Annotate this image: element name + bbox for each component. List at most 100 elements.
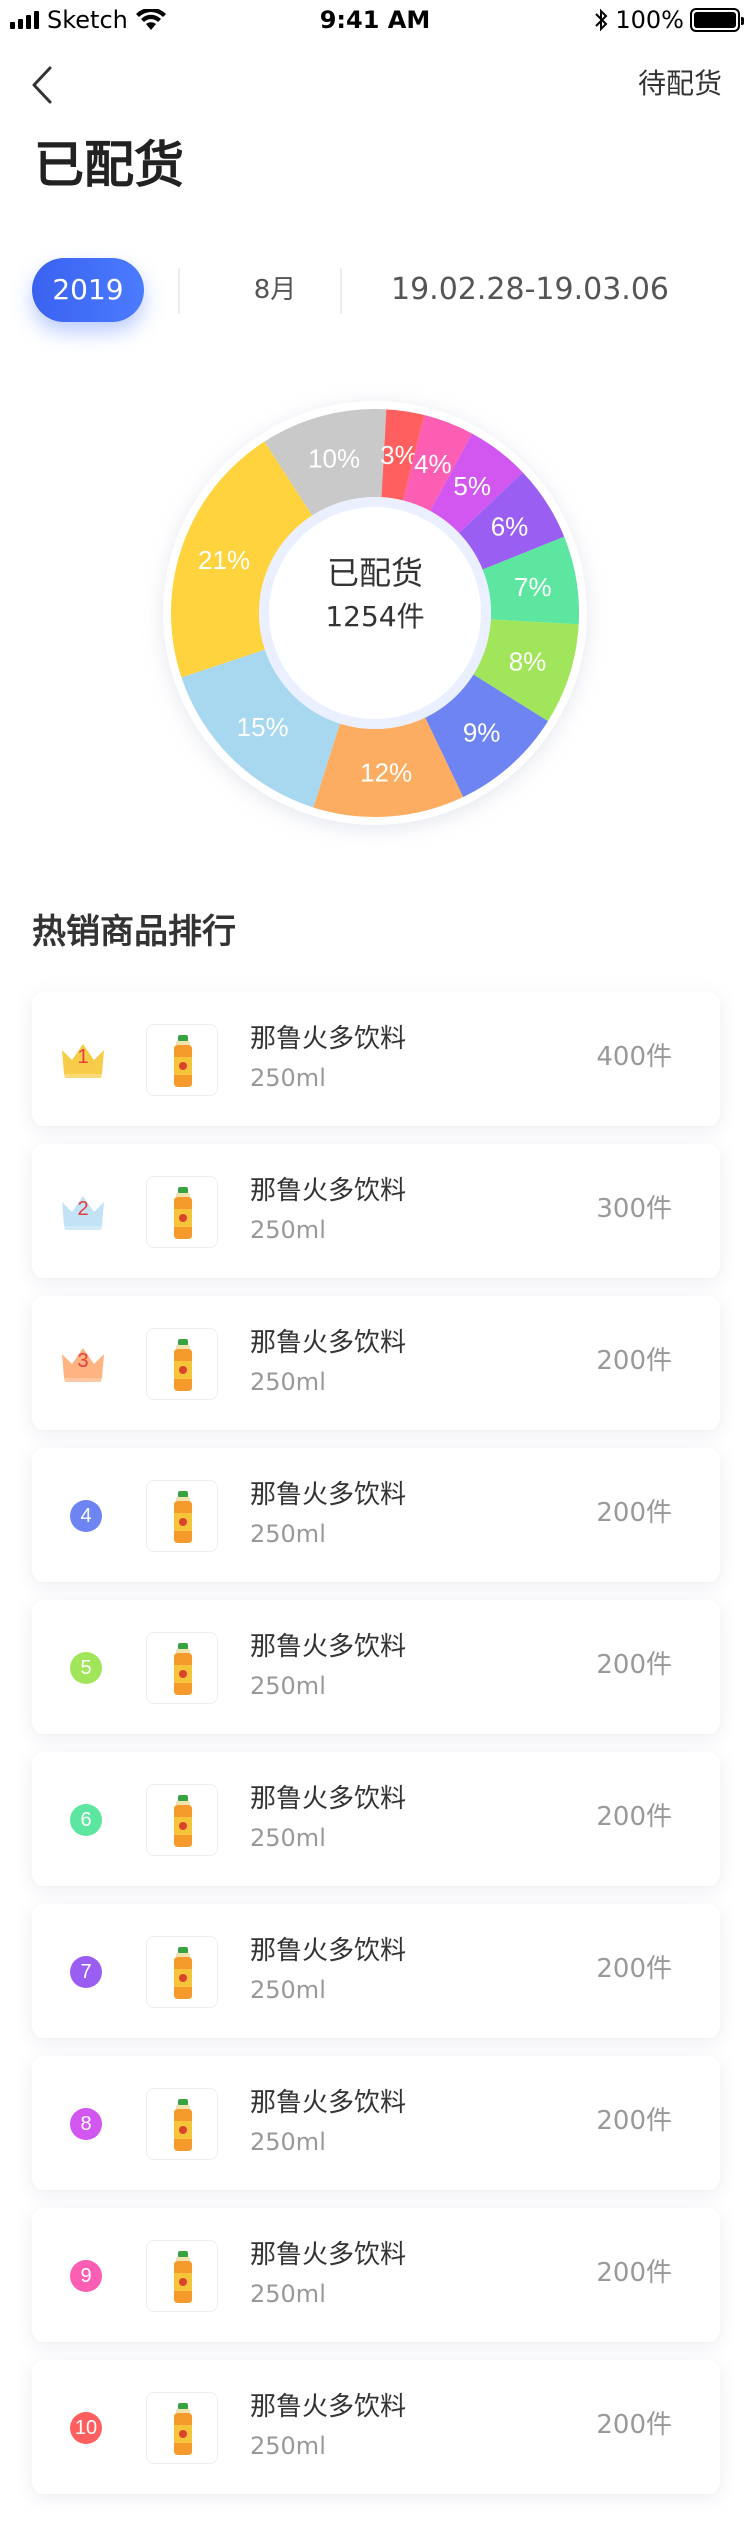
donut-slice-label: 15% <box>237 712 289 742</box>
ranking-item[interactable]: 10 那鲁火多饮料 250ml 200件 <box>32 2360 720 2494</box>
product-thumbnail <box>146 2240 218 2312</box>
product-name: 那鲁火多饮料 <box>250 1176 407 1206</box>
ranking-item[interactable]: 2 那鲁火多饮料 250ml 300件 <box>32 1144 720 1278</box>
product-thumbnail <box>146 1480 218 1552</box>
ranking-item[interactable]: 9 那鲁火多饮料 250ml 200件 <box>32 2208 720 2342</box>
divider <box>340 268 342 314</box>
rank-number: 1 <box>77 1046 89 1068</box>
product-thumbnail <box>146 1784 218 1856</box>
bottle-icon <box>174 1339 192 1391</box>
product-spec: 250ml <box>250 2128 326 2156</box>
month-selector[interactable]: 8月 <box>230 258 320 322</box>
bottle-icon <box>174 1795 192 1847</box>
bottle-icon <box>174 1643 192 1695</box>
ranking-title: 热销商品排行 <box>32 912 236 952</box>
bottle-icon <box>174 2251 192 2303</box>
product-quantity: 400件 <box>596 1042 672 1072</box>
ranking-list: 1 那鲁火多饮料 250ml 400件 2 那鲁火多饮料 250ml 300件 … <box>32 992 720 2512</box>
product-name: 那鲁火多饮料 <box>250 1328 407 1358</box>
rank-number: 5 <box>70 1652 102 1684</box>
product-spec: 250ml <box>250 1064 326 1092</box>
product-name: 那鲁火多饮料 <box>250 2240 407 2270</box>
rank-number: 3 <box>77 1350 89 1372</box>
status-right: 100% <box>593 6 744 34</box>
product-name: 那鲁火多饮料 <box>250 1632 407 1662</box>
bluetooth-icon <box>595 8 608 32</box>
product-spec: 250ml <box>250 1976 326 2004</box>
donut-slice-label: 8% <box>509 646 547 676</box>
rank-number: 9 <box>70 2260 102 2292</box>
product-quantity: 200件 <box>596 2410 672 2440</box>
divider <box>178 268 180 314</box>
filter-row: 2019 8月 19.02.28-19.03.06 <box>0 258 750 324</box>
product-name: 那鲁火多饮料 <box>250 1784 407 1814</box>
ranking-item[interactable]: 7 那鲁火多饮料 250ml 200件 <box>32 1904 720 2038</box>
product-thumbnail <box>146 1936 218 2008</box>
bottle-icon <box>174 1035 192 1087</box>
donut-slice-label: 5% <box>453 471 491 501</box>
product-name: 那鲁火多饮料 <box>250 1480 407 1510</box>
product-thumbnail <box>146 2392 218 2464</box>
product-spec: 250ml <box>250 1824 326 1852</box>
product-quantity: 300件 <box>596 1194 672 1224</box>
ranking-item[interactable]: 3 那鲁火多饮料 250ml 200件 <box>32 1296 720 1430</box>
crown-icon: 2 <box>56 1184 110 1238</box>
product-quantity: 200件 <box>596 2106 672 2136</box>
donut-slice-label: 6% <box>491 511 529 541</box>
ranking-item[interactable]: 4 那鲁火多饮料 250ml 200件 <box>32 1448 720 1582</box>
pending-shipment-link[interactable]: 待配货 <box>638 66 722 102</box>
rank-number: 7 <box>70 1956 102 1988</box>
ranking-item[interactable]: 5 那鲁火多饮料 250ml 200件 <box>32 1600 720 1734</box>
bottle-icon <box>174 1947 192 1999</box>
rank-number: 6 <box>70 1804 102 1836</box>
donut-center: 已配货 1254件 <box>275 553 475 635</box>
page-title: 已配货 <box>34 136 184 194</box>
bottle-icon <box>174 2403 192 2455</box>
donut-chart: 7% 8% 9% 12% 15% 21% 10% 3% 4% 5% 6% 已配货 1254件 <box>162 400 588 826</box>
rank-number: 8 <box>70 2108 102 2140</box>
donut-slice-label: 4% <box>414 449 452 479</box>
product-spec: 250ml <box>250 1520 326 1548</box>
product-thumbnail <box>146 1632 218 1704</box>
rank-number: 2 <box>77 1198 89 1220</box>
product-thumbnail <box>146 1328 218 1400</box>
rank-number: 10 <box>70 2412 102 2444</box>
product-thumbnail <box>146 1176 218 1248</box>
battery-icon <box>690 8 744 32</box>
back-icon[interactable] <box>26 62 66 108</box>
donut-center-title: 已配货 <box>326 554 423 592</box>
product-quantity: 200件 <box>596 1498 672 1528</box>
ranking-item[interactable]: 1 那鲁火多饮料 250ml 400件 <box>32 992 720 1126</box>
status-bar: Sketch 9:41 AM 100% <box>0 0 750 40</box>
product-quantity: 200件 <box>596 1346 672 1376</box>
product-quantity: 200件 <box>596 2258 672 2288</box>
product-name: 那鲁火多饮料 <box>250 1024 407 1054</box>
product-thumbnail <box>146 1024 218 1096</box>
product-name: 那鲁火多饮料 <box>250 2392 407 2422</box>
battery-percent: 100% <box>615 6 684 34</box>
product-name: 那鲁火多饮料 <box>250 2088 407 2118</box>
donut-slice-label: 12% <box>360 758 412 788</box>
bottle-icon <box>174 1491 192 1543</box>
rank-number: 4 <box>70 1500 102 1532</box>
ranking-item[interactable]: 8 那鲁火多饮料 250ml 200件 <box>32 2056 720 2190</box>
crown-icon: 3 <box>56 1336 110 1390</box>
product-spec: 250ml <box>250 2280 326 2308</box>
product-quantity: 200件 <box>596 1954 672 1984</box>
date-range-selector[interactable]: 19.02.28-19.03.06 <box>360 258 700 322</box>
bottle-icon <box>174 1187 192 1239</box>
product-name: 那鲁火多饮料 <box>250 1936 407 1966</box>
product-quantity: 200件 <box>596 1802 672 1832</box>
donut-slice-label: 21% <box>198 545 250 575</box>
crown-icon: 1 <box>56 1032 110 1086</box>
product-quantity: 200件 <box>596 1650 672 1680</box>
product-spec: 250ml <box>250 2432 326 2460</box>
year-selector[interactable]: 2019 <box>32 258 144 322</box>
product-spec: 250ml <box>250 1216 326 1244</box>
bottle-icon <box>174 2099 192 2151</box>
product-thumbnail <box>146 2088 218 2160</box>
donut-slice-label: 10% <box>308 443 360 473</box>
donut-slice-label: 9% <box>463 717 501 747</box>
donut-center-value: 1254件 <box>325 600 425 633</box>
ranking-item[interactable]: 6 那鲁火多饮料 250ml 200件 <box>32 1752 720 1886</box>
